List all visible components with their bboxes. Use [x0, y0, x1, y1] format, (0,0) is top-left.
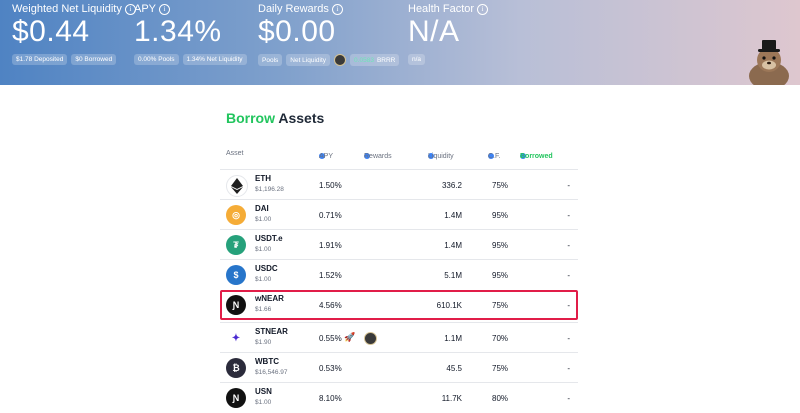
- apy-value: 0.55%: [319, 334, 342, 343]
- pools-apy-chip: 0.00% Pools: [134, 54, 179, 65]
- asset-price: $1,196.28: [255, 186, 284, 193]
- cf-value: 95%: [492, 241, 509, 250]
- table-row[interactable]: ₿ WBTC $16,546.97 0.53% 45.5 75% -: [220, 352, 578, 383]
- pools-rewards-chip: Pools: [258, 54, 283, 66]
- asset-symbol: USDT.e: [255, 234, 283, 243]
- cf-value: 80%: [492, 394, 509, 403]
- cf-value: 70%: [492, 334, 509, 343]
- deposited-chip: $1.78 Deposited: [12, 54, 68, 65]
- page-title: Borrow Assets: [226, 110, 324, 126]
- apy-value: 0.71%: [319, 211, 342, 220]
- col-apy[interactable]: APY: [319, 153, 333, 160]
- rocket-icon: 🚀: [344, 332, 356, 342]
- table-row[interactable]: ETH $1,196.28 1.50% 336.2 75% -: [220, 169, 578, 200]
- eth-icon: [226, 175, 248, 197]
- apy-value: 1.50%: [319, 181, 342, 190]
- liquidity-value: 610.1K: [436, 301, 462, 310]
- col-borrowed[interactable]: ↓ Borrowed: [520, 153, 553, 160]
- dai-icon: ◎: [226, 205, 246, 225]
- cf-value: 95%: [492, 271, 509, 280]
- info-icon[interactable]: i: [477, 3, 489, 15]
- brrr-token-icon: [334, 54, 347, 66]
- metric-value: $0.00: [258, 15, 336, 48]
- cf-value: 75%: [492, 301, 509, 310]
- borrowed-value: -: [567, 394, 570, 403]
- borrowed-value: -: [567, 271, 570, 280]
- metric-value: $0.44: [12, 15, 90, 48]
- cf-value: 75%: [492, 181, 509, 190]
- metric-value: 1.34%: [134, 15, 222, 48]
- net-liquidity-rewards-chip: Net Liquidity: [286, 54, 331, 66]
- liquidity-value: 336.2: [441, 181, 462, 190]
- liquidity-value: 1.4M: [444, 241, 462, 250]
- rewards-amount: 0.0583: [354, 56, 374, 64]
- rewards-token: BRRR: [376, 56, 396, 64]
- asset-symbol: USDC: [255, 264, 278, 273]
- liquidity-value: 45.5: [446, 364, 462, 373]
- apy-value: 1.91%: [319, 241, 342, 250]
- asset-price: $1.66: [255, 306, 272, 313]
- asset-symbol: USN: [255, 387, 272, 396]
- asset-price: $1.00: [255, 276, 272, 283]
- asset-price: $16,546.97: [255, 369, 288, 376]
- liquidity-value: 1.4M: [444, 211, 462, 220]
- borrowed-chip: $0 Borrowed: [71, 54, 117, 65]
- stnear-icon: ✦: [226, 328, 246, 348]
- usn-icon: Ɲ: [226, 388, 246, 408]
- metric-label: APY: [134, 3, 157, 15]
- liquidity-value: 1.1M: [444, 334, 462, 343]
- apy-value: 0.53%: [319, 364, 342, 373]
- asset-price: $1.00: [255, 216, 272, 223]
- borrowed-value: -: [567, 301, 570, 310]
- usdc-icon: $: [226, 265, 246, 285]
- col-liquidity[interactable]: Liquidity: [428, 153, 454, 160]
- apy-value: 4.56%: [319, 301, 342, 310]
- metric-label: Health Factor: [408, 3, 475, 15]
- net-liquidity-apy-chip: 1.34% Net Liquidity: [182, 54, 247, 65]
- asset-symbol: WBTC: [255, 357, 279, 366]
- liquidity-value: 11.7K: [441, 394, 462, 403]
- col-cf[interactable]: C.F.: [488, 153, 500, 160]
- asset-symbol: DAI: [255, 204, 269, 213]
- metric-label: Weighted Net Liquidity: [12, 3, 122, 15]
- table-row[interactable]: ◎ DAI $1.00 0.71% 1.4M 95% -: [220, 199, 578, 230]
- brrr-rewards-chip: 0.0583 BRRR: [350, 54, 400, 66]
- apy-value: 1.52%: [319, 271, 342, 280]
- near-icon: Ɲ: [226, 295, 246, 315]
- liquidity-value: 5.1M: [444, 271, 462, 280]
- table-header: Asset APY Rewards Liquidity C.F. ↓ Borrow…: [226, 149, 553, 160]
- borrowed-value: -: [567, 211, 570, 220]
- table-row-highlighted[interactable]: Ɲ wNEAR $1.66 4.56% 610.1K 75% -: [220, 290, 578, 320]
- brrr-token-icon: [364, 332, 377, 345]
- wbtc-icon: ₿: [226, 358, 246, 378]
- info-icon[interactable]: i: [159, 3, 171, 15]
- metric-value: N/A: [408, 15, 460, 48]
- borrowed-value: -: [567, 364, 570, 373]
- metric-label: Daily Rewards: [258, 3, 329, 15]
- table-row[interactable]: Ɲ USN $1.00 8.10% 11.7K 80% -: [220, 382, 578, 413]
- table-row[interactable]: $ USDC $1.00 1.52% 5.1M 95% -: [220, 259, 578, 290]
- asset-symbol: wNEAR: [255, 294, 284, 303]
- table-row[interactable]: ₮ USDT.e $1.00 1.91% 1.4M 95% -: [220, 229, 578, 260]
- asset-symbol: STNEAR: [255, 327, 288, 336]
- portfolio-header: Weighted Net Liquidity i $0.44 $1.78 Depo…: [0, 0, 800, 86]
- title-rest: Assets: [278, 110, 325, 126]
- cf-value: 75%: [492, 364, 509, 373]
- cf-value: 95%: [492, 211, 509, 220]
- asset-price: $1.00: [255, 399, 272, 406]
- borrowed-value: -: [567, 334, 570, 343]
- asset-symbol: ETH: [255, 174, 271, 183]
- info-icon[interactable]: i: [331, 3, 343, 15]
- asset-price: $1.90: [255, 339, 272, 346]
- health-chip: n/a: [408, 54, 426, 65]
- asset-price: $1.00: [255, 246, 272, 253]
- apy-value: 8.10%: [319, 394, 342, 403]
- table-row[interactable]: ✦ STNEAR $1.90 0.55% 🚀 1.1M 70% -: [220, 322, 578, 353]
- borrowed-value: -: [567, 241, 570, 250]
- title-accent: Borrow: [226, 110, 275, 126]
- usdt-icon: ₮: [226, 235, 246, 255]
- col-rewards[interactable]: Rewards: [364, 153, 392, 160]
- borrowed-value: -: [567, 181, 570, 190]
- mascot-icon: [749, 40, 789, 86]
